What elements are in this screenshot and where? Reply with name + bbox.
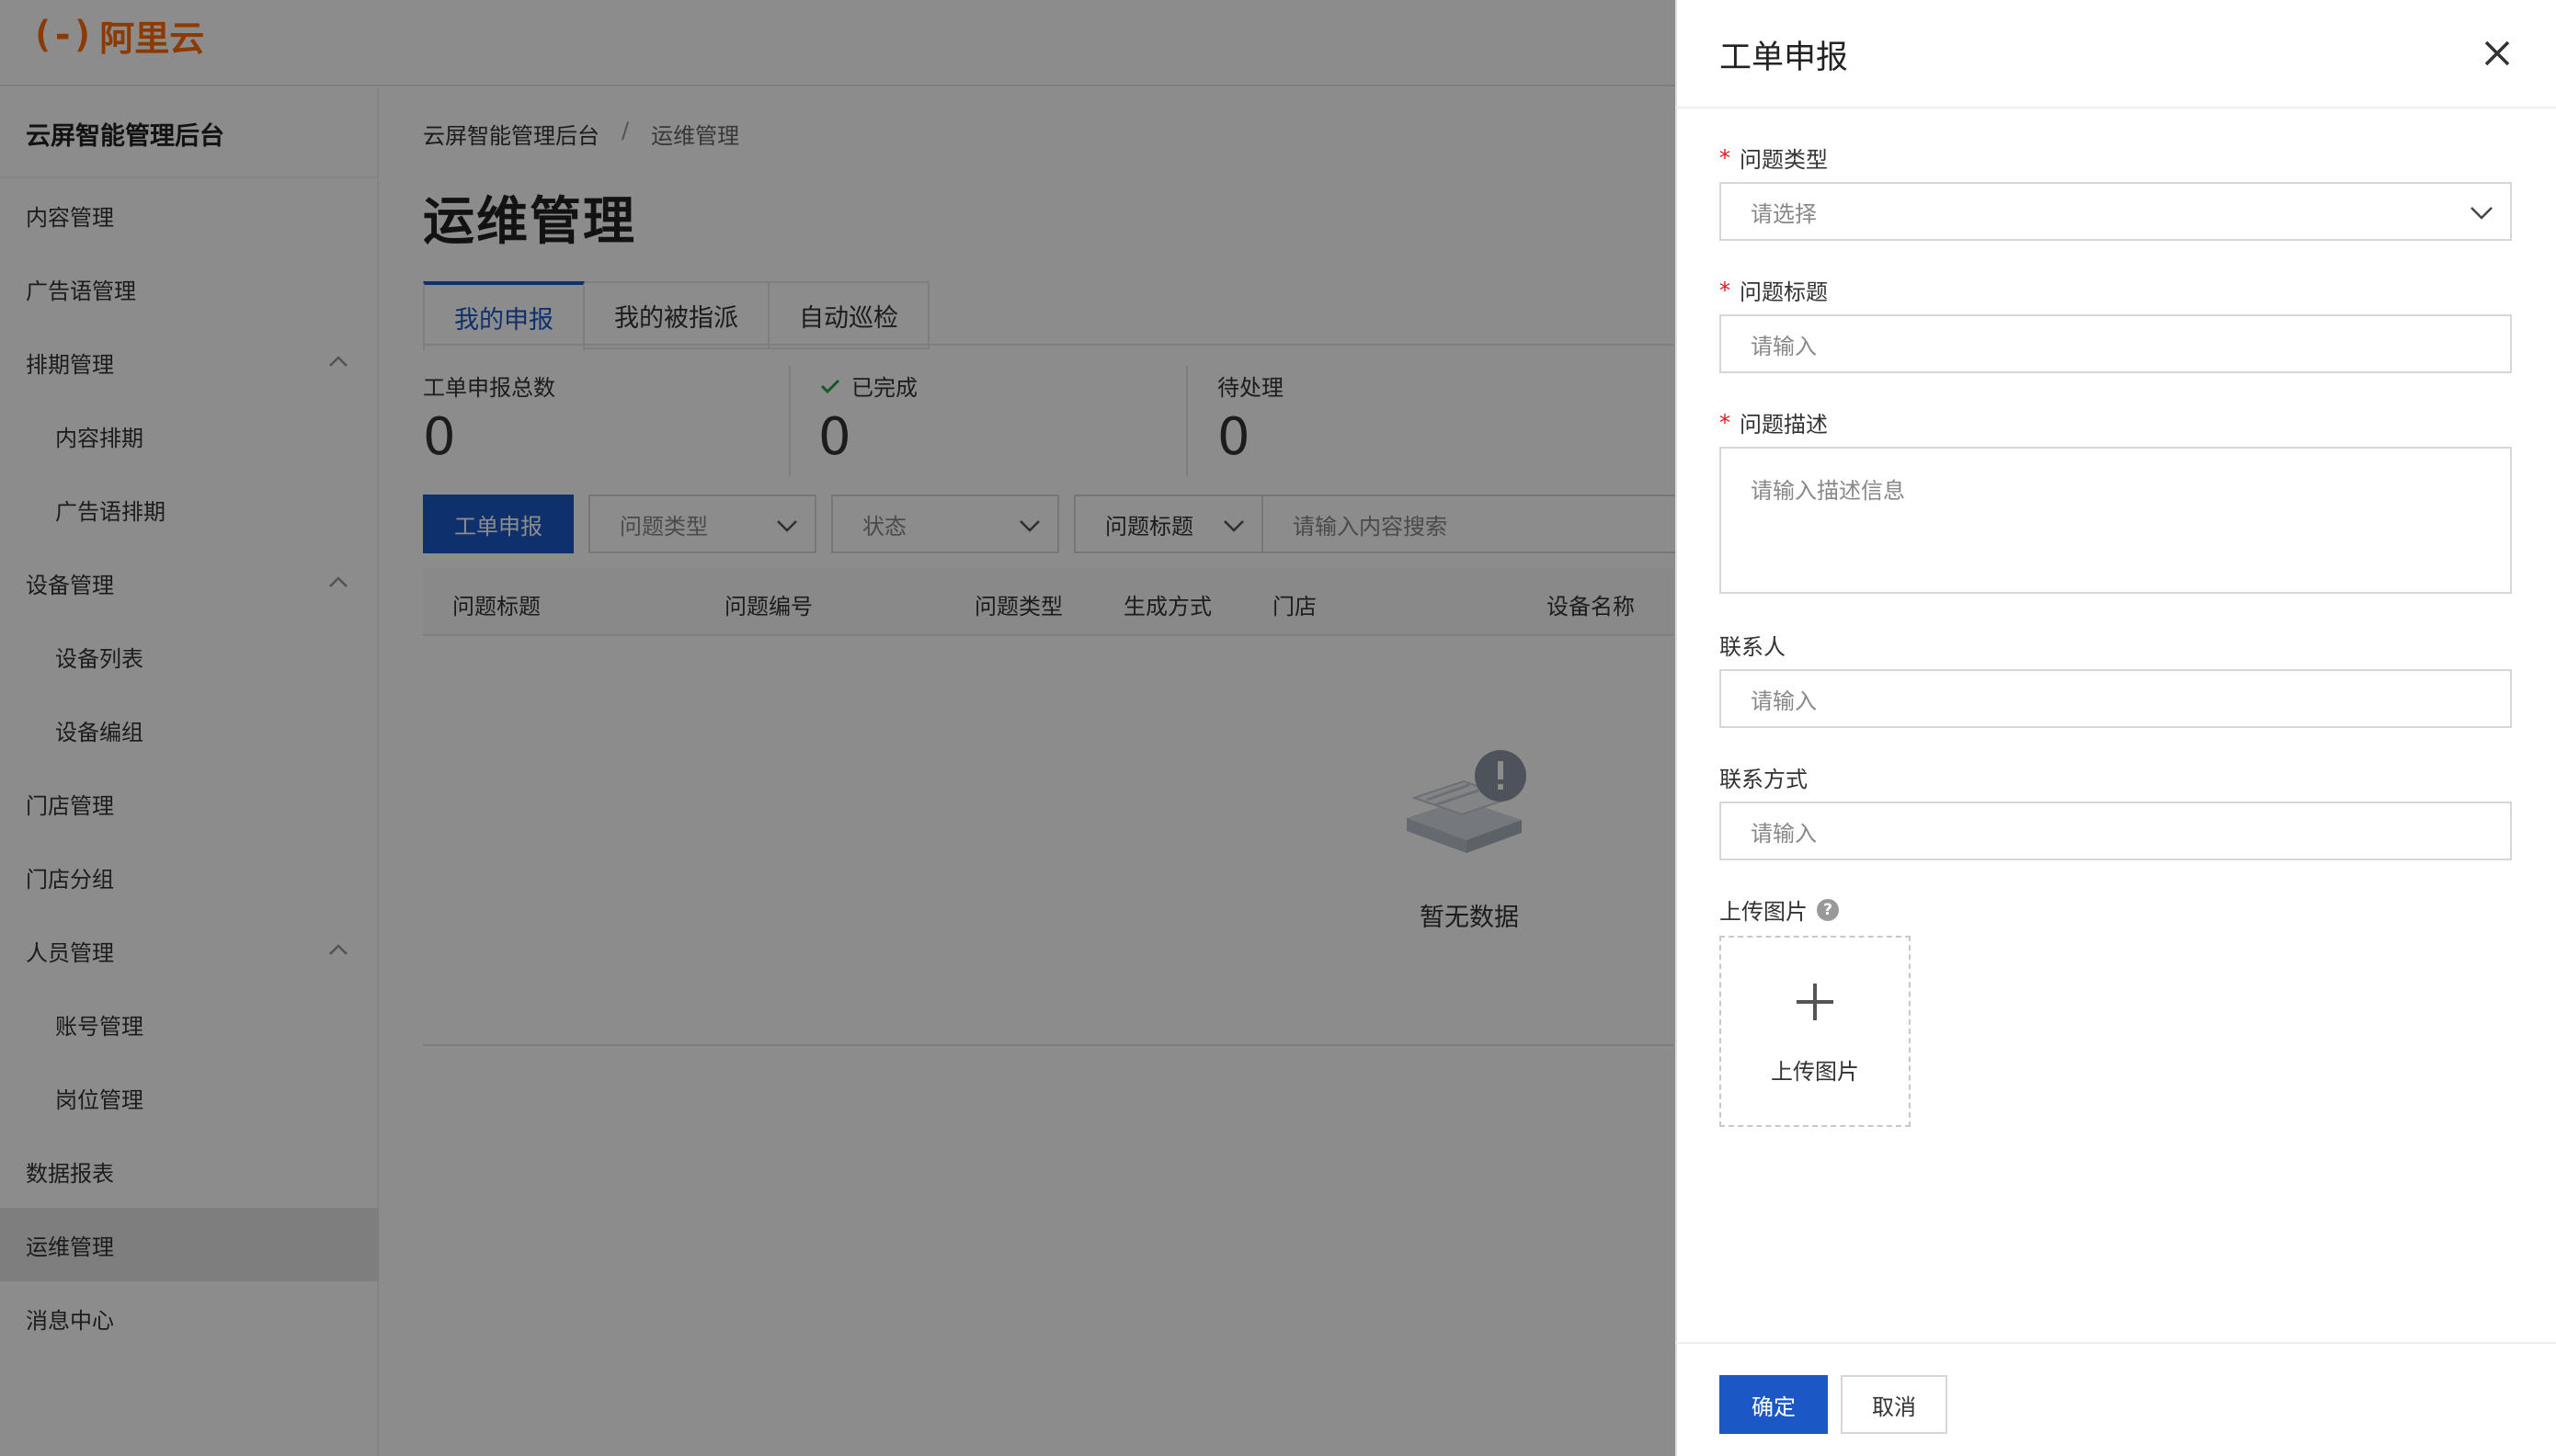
required-mark: * <box>1719 277 1730 303</box>
field-label-text: 问题类型 <box>1740 147 1828 173</box>
field-label-text: 联系方式 <box>1719 767 1808 792</box>
close-icon[interactable] <box>2479 35 2516 72</box>
field-label-text: 联系人 <box>1719 634 1786 660</box>
divider <box>1675 1342 2556 1344</box>
divider <box>1675 107 2556 108</box>
field-label-description: * 问题描述 <box>1719 406 1828 438</box>
confirm-button[interactable]: 确定 <box>1719 1375 1828 1434</box>
drawer-title: 工单申报 <box>1719 40 1849 76</box>
required-mark: * <box>1719 144 1730 171</box>
upload-image-label: 上传图片 <box>1771 1059 1859 1085</box>
field-label-text: 问题描述 <box>1740 412 1828 438</box>
field-label-upload: 上传图片 ? <box>1719 893 1839 926</box>
type-select-placeholder: 请选择 <box>1751 200 1817 227</box>
title-input-placeholder: 请输入 <box>1751 333 1817 359</box>
drawer-overlay-mask[interactable] <box>0 0 1675 1456</box>
plus-icon <box>1797 984 1833 1020</box>
field-label-title: * 问题标题 <box>1719 274 1828 306</box>
contact-input[interactable]: 请输入 <box>1719 669 2512 728</box>
field-label-contact: 联系人 <box>1719 629 1786 661</box>
field-label-text: 上传图片 <box>1719 899 1808 925</box>
field-label-phone: 联系方式 <box>1719 761 1808 793</box>
field-label-text: 问题标题 <box>1740 279 1828 305</box>
contact-input-placeholder: 请输入 <box>1751 688 1817 714</box>
cancel-button[interactable]: 取消 <box>1841 1375 1947 1434</box>
description-textarea[interactable]: 请输入描述信息 <box>1719 447 2512 594</box>
required-mark: * <box>1719 409 1730 436</box>
phone-input-placeholder: 请输入 <box>1751 820 1817 847</box>
upload-image-button[interactable] <box>1719 936 1911 1127</box>
help-icon[interactable]: ? <box>1817 898 1839 921</box>
phone-input[interactable]: 请输入 <box>1719 802 2512 860</box>
chevron-down-icon <box>2470 207 2493 220</box>
field-label-type: * 问题类型 <box>1719 142 1828 174</box>
description-placeholder: 请输入描述信息 <box>1751 478 1905 504</box>
type-select[interactable]: 请选择 <box>1719 182 2512 241</box>
title-input[interactable]: 请输入 <box>1719 314 2512 373</box>
